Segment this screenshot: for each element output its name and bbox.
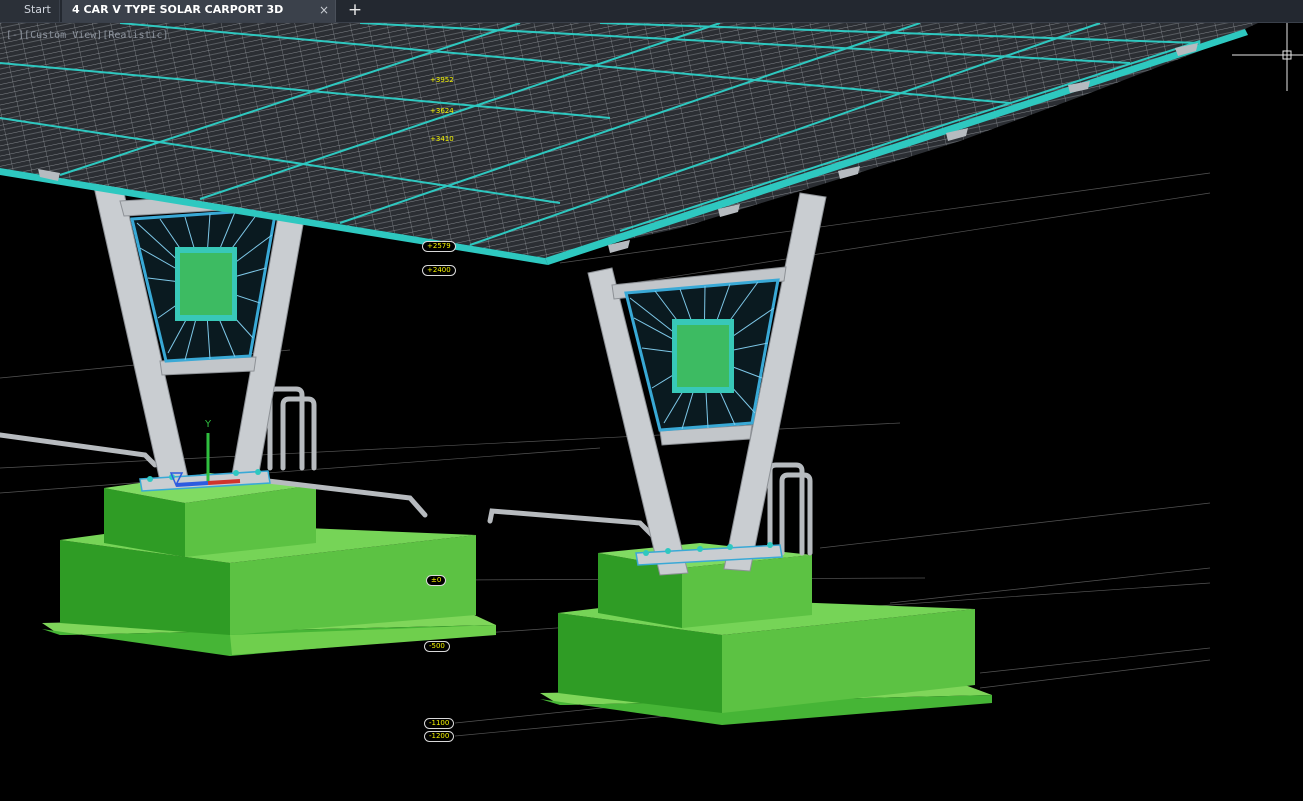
right-foundation bbox=[540, 543, 992, 725]
elevation-marker-eave-2: +2400 bbox=[422, 265, 456, 276]
elevation-marker-panel-1: +3952 bbox=[430, 76, 454, 84]
solar-carport-3d-model: Y bbox=[0, 23, 1303, 737]
view-controls-label[interactable]: [-][Custom View][Realistic] bbox=[6, 30, 169, 41]
elevation-marker-panel-2: +3624 bbox=[430, 107, 454, 115]
close-icon[interactable]: × bbox=[319, 0, 329, 20]
elevation-marker-panel-3: +3410 bbox=[430, 135, 454, 143]
ucs-y-label: Y bbox=[204, 419, 212, 430]
model-viewport[interactable]: Y [-][Custom View][Realistic] +3952 +362… bbox=[0, 23, 1303, 801]
elevation-marker-footing-3: -1200 bbox=[424, 731, 455, 742]
elevation-marker-footing-1: -500 bbox=[424, 641, 450, 652]
plus-icon[interactable]: + bbox=[344, 0, 366, 21]
elevation-marker-footing-2: -1100 bbox=[424, 718, 455, 729]
tab-start-label: Start bbox=[24, 3, 51, 16]
file-tab-bar: Start 4 CAR V TYPE SOLAR CARPORT 3D MODE… bbox=[0, 0, 1303, 36]
right-v-column bbox=[587, 192, 827, 576]
left-foundation bbox=[42, 473, 496, 656]
elevation-marker-ground: ±0 bbox=[426, 575, 447, 586]
elevation-marker-eave-1: +2579 bbox=[422, 241, 456, 252]
tab-active-drawing[interactable]: 4 CAR V TYPE SOLAR CARPORT 3D MODEL* × bbox=[62, 0, 336, 36]
tab-start[interactable]: Start bbox=[0, 0, 60, 22]
left-v-column bbox=[91, 174, 307, 482]
